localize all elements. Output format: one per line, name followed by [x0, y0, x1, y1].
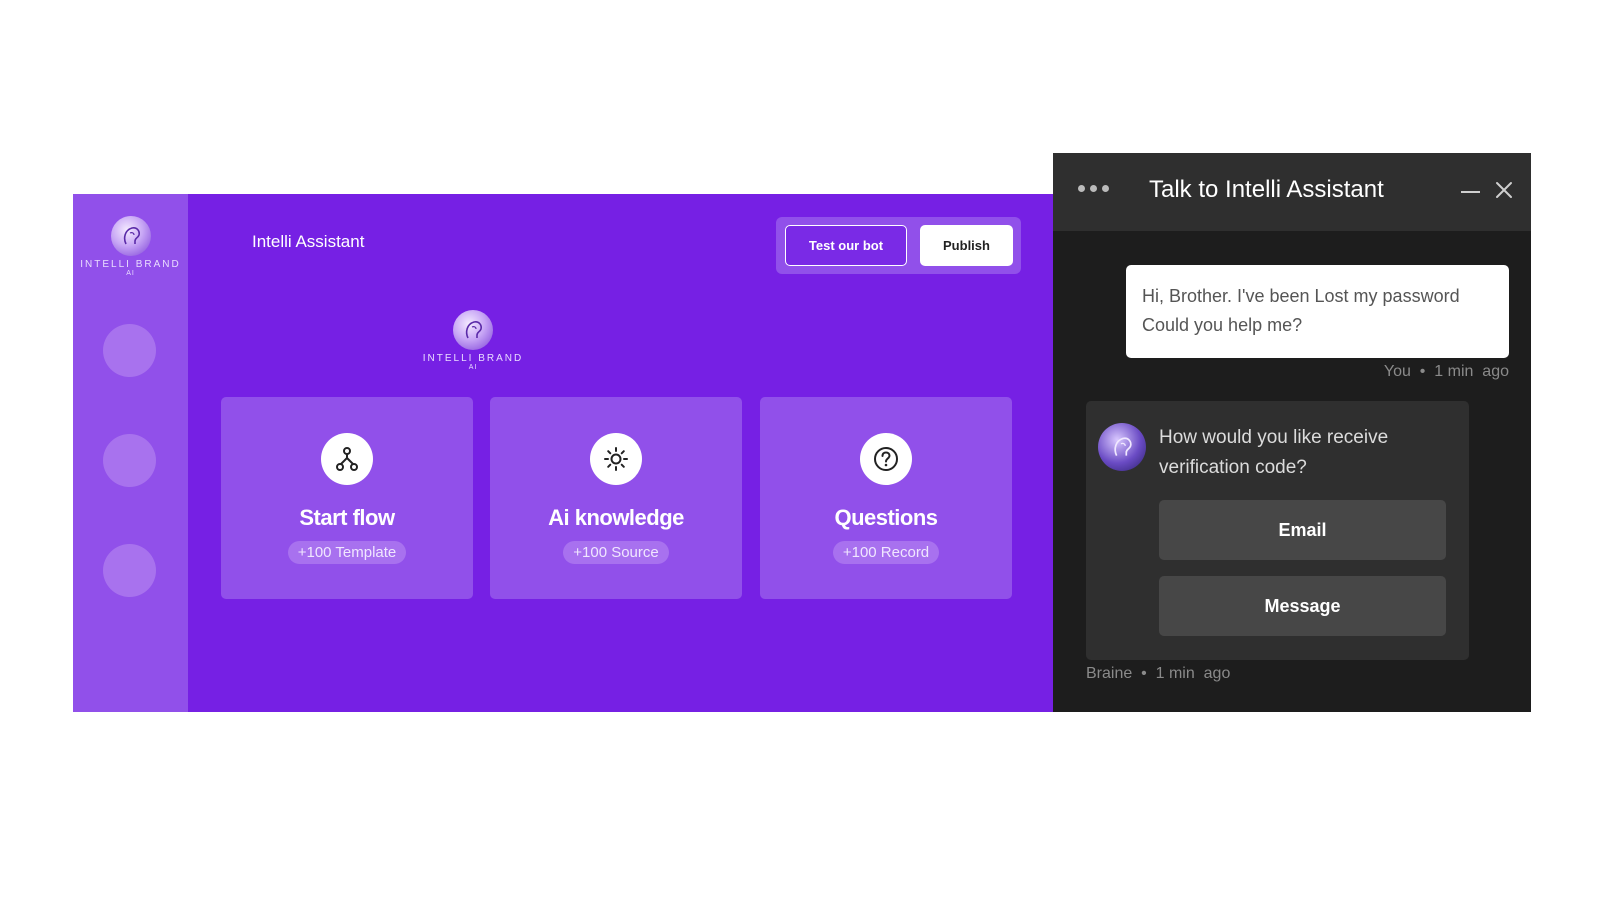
close-icon[interactable] — [1494, 180, 1514, 200]
user-message-meta: You • 1 min ago — [1384, 363, 1509, 381]
bot-message: How would you like receive verification … — [1086, 401, 1469, 660]
card-badge: +100 Source — [563, 541, 668, 564]
question-icon — [860, 433, 912, 485]
chat-title: Talk to Intelli Assistant — [1149, 176, 1384, 204]
card-title: Start flow — [221, 505, 473, 531]
sidebar-logo[interactable]: INTELLI BRAND AI — [78, 216, 183, 277]
sidebar-item-2[interactable] — [103, 434, 156, 487]
center-logo: INTELLI BRAND AI — [418, 310, 528, 371]
sidebar-item-1[interactable] — [103, 324, 156, 377]
bot-message-meta: Braine • 1 min ago — [1086, 665, 1230, 683]
brand-sub: AI — [78, 270, 183, 277]
sidebar: INTELLI BRAND AI — [73, 194, 188, 712]
card-questions[interactable]: Questions +100 Record — [760, 397, 1012, 599]
more-options-icon[interactable] — [1078, 185, 1109, 192]
app-title: Intelli Assistant — [252, 232, 364, 252]
card-title: Ai knowledge — [490, 505, 742, 531]
card-start-flow[interactable]: Start flow +100 Template — [221, 397, 473, 599]
card-badge: +100 Record — [833, 541, 939, 564]
bot-avatar — [1098, 423, 1146, 471]
option-email-button[interactable]: Email — [1159, 500, 1446, 560]
user-message: Hi, Brother. I've been Lost my password … — [1126, 265, 1509, 358]
flow-icon — [321, 433, 373, 485]
brand-wordmark: INTELLI BRAND — [418, 353, 528, 364]
chat-header: Talk to Intelli Assistant — [1053, 153, 1531, 231]
bot-question: How would you like receive verification … — [1159, 423, 1459, 483]
option-message-button[interactable]: Message — [1159, 576, 1446, 636]
app-panel: INTELLI BRAND AI Intelli Assistant Test … — [73, 194, 1053, 712]
chat-widget: Talk to Intelli Assistant Hi, Brother. I… — [1053, 153, 1531, 712]
brand-logo-icon — [111, 216, 151, 256]
brand-wordmark: INTELLI BRAND — [78, 259, 183, 270]
sidebar-item-3[interactable] — [103, 544, 156, 597]
brand-sub: AI — [418, 364, 528, 371]
sun-icon — [590, 433, 642, 485]
publish-button[interactable]: Publish — [920, 225, 1013, 266]
brand-logo-icon — [453, 310, 493, 350]
card-badge: +100 Template — [288, 541, 407, 564]
minimize-icon[interactable] — [1461, 191, 1480, 193]
test-bot-button[interactable]: Test our bot — [785, 225, 907, 266]
card-ai-knowledge[interactable]: Ai knowledge +100 Source — [490, 397, 742, 599]
card-title: Questions — [760, 505, 1012, 531]
bot-avatar-icon — [1107, 432, 1137, 462]
header-actions: Test our bot Publish — [776, 217, 1021, 274]
